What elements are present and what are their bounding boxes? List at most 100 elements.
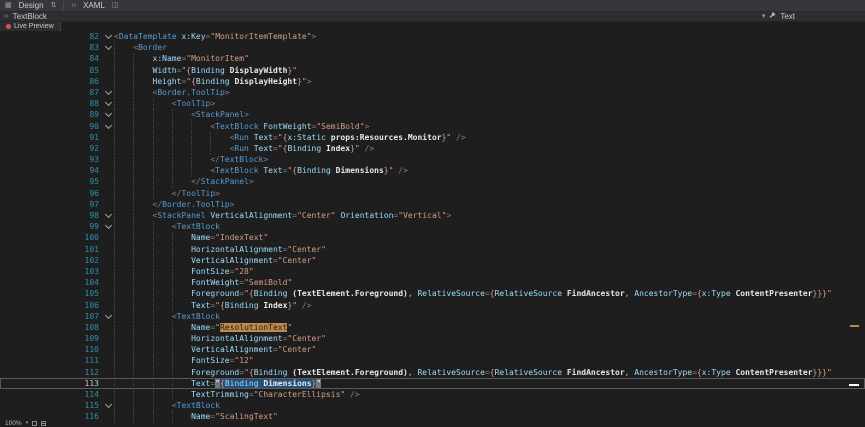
line-number[interactable]: 111 — [0, 355, 102, 366]
code-line-content[interactable]: Width="{Binding DisplayWidth}" — [114, 65, 865, 76]
line-number[interactable]: 109 — [0, 333, 102, 344]
code-line-content[interactable]: <Border — [114, 42, 865, 53]
line-number[interactable]: 99 — [0, 221, 102, 232]
code-line-content[interactable]: </Border.ToolTip> — [114, 199, 865, 210]
code-line-content[interactable]: x:Name="MonitorItem" — [114, 53, 865, 64]
fold-margin[interactable] — [102, 400, 114, 411]
code-line-content[interactable]: <TextBlock FontWeight="SemiBold"> — [114, 121, 865, 132]
line-number[interactable]: 108 — [0, 322, 102, 333]
live-preview-tab[interactable]: Live Preview — [0, 22, 61, 31]
line-number[interactable]: 91 — [0, 132, 102, 143]
line-number[interactable]: 103 — [0, 266, 102, 277]
code-line-content[interactable]: <Run Text="{x:Static props:Resources.Mon… — [114, 132, 865, 143]
chevron-down-icon[interactable] — [104, 312, 111, 319]
code-line-content[interactable]: <TextBlock — [114, 400, 865, 411]
line-number[interactable]: 114 — [0, 389, 102, 400]
code-line[interactable]: 94 <TextBlock Text="{Binding Dimensions}"… — [0, 165, 865, 176]
code-line-content[interactable]: Text="{Binding Index}" /> — [114, 300, 865, 311]
code-line-content[interactable]: HorizontalAlignment="Center" — [114, 333, 865, 344]
code-line-content[interactable]: <StackPanel VerticalAlignment="Center" O… — [114, 210, 865, 221]
code-line[interactable]: 99 <TextBlock — [0, 221, 865, 232]
code-line-content[interactable]: FontWeight="SemiBold" — [114, 277, 865, 288]
code-line[interactable]: 100Name="IndexText" — [0, 232, 865, 243]
code-line-content[interactable]: </TextBlock> — [114, 154, 865, 165]
line-number[interactable]: 84 — [0, 53, 102, 64]
code-line[interactable]: 86Height="{Binding DisplayHeight}"> — [0, 76, 865, 87]
editor-control-icon[interactable] — [32, 421, 37, 426]
code-line[interactable]: 90<TextBlock FontWeight="SemiBold"> — [0, 121, 865, 132]
code-line-content[interactable]: <Run Text="{Binding Index}" /> — [114, 143, 865, 154]
line-number[interactable]: 98 — [0, 210, 102, 221]
code-line[interactable]: 87<Border.ToolTip> — [0, 87, 865, 98]
line-number[interactable]: 94 — [0, 165, 102, 176]
line-number[interactable]: 85 — [0, 65, 102, 76]
chevron-down-icon[interactable] — [104, 222, 111, 229]
fold-margin[interactable] — [102, 87, 114, 98]
code-editor[interactable]: 82<DataTemplate x:Key="MonitorItemTempla… — [0, 31, 865, 423]
line-number[interactable]: 113 — [0, 378, 102, 389]
line-number[interactable]: 101 — [0, 244, 102, 255]
chevron-down-icon[interactable]: ▾ — [762, 13, 766, 20]
code-line-content[interactable]: <TextBlock Text="{Binding Dimensions}" /… — [114, 165, 865, 176]
code-line-content[interactable]: <Border.ToolTip> — [114, 87, 865, 98]
code-line[interactable]: 84 x:Name="MonitorItem" — [0, 53, 865, 64]
line-number[interactable]: 93 — [0, 154, 102, 165]
line-number[interactable]: 112 — [0, 367, 102, 378]
code-line[interactable]: 113 Text="{Binding Dimensions}" — [0, 378, 865, 389]
code-line-content[interactable]: </StackPanel> — [114, 176, 865, 187]
code-line[interactable]: 93 </TextBlock> — [0, 154, 865, 165]
code-line-content[interactable]: <TextBlock — [114, 311, 865, 322]
line-number[interactable]: 89 — [0, 109, 102, 120]
line-number[interactable]: 107 — [0, 311, 102, 322]
code-line[interactable]: 92 <Run Text="{Binding Index}" /> — [0, 143, 865, 154]
code-line[interactable]: 95</StackPanel> — [0, 176, 865, 187]
code-line-content[interactable]: <DataTemplate x:Key="MonitorItemTemplate… — [114, 31, 865, 42]
design-tab[interactable]: Design — [19, 1, 44, 10]
code-line-content[interactable]: VerticalAlignment="Center" — [114, 344, 865, 355]
line-number[interactable]: 105 — [0, 288, 102, 299]
split-view-icon[interactable]: ◫ — [112, 2, 119, 9]
code-line-content[interactable]: VerticalAlignment="Center" — [114, 255, 865, 266]
code-line[interactable]: 116Name="ScalingText" — [0, 411, 865, 422]
code-line-content[interactable]: Foreground="{Binding (TextElement.Foregr… — [114, 288, 865, 299]
code-line-content[interactable]: <StackPanel> — [114, 109, 865, 120]
line-number[interactable]: 92 — [0, 143, 102, 154]
chevron-down-icon[interactable] — [104, 99, 111, 106]
fold-margin[interactable] — [102, 221, 114, 232]
code-line[interactable]: 105 Foreground="{Binding (TextElement.For… — [0, 288, 865, 299]
code-line-content[interactable]: <TextBlock — [114, 221, 865, 232]
code-line-content[interactable]: Foreground="{Binding (TextElement.Foregr… — [114, 367, 865, 378]
code-line-content[interactable]: FontSize="12" — [114, 355, 865, 366]
code-line[interactable]: 112 Foreground="{Binding (TextElement.For… — [0, 367, 865, 378]
line-number[interactable]: 110 — [0, 344, 102, 355]
code-line[interactable]: 108Name="ResolutionText" — [0, 322, 865, 333]
code-line[interactable]: 83<Border — [0, 42, 865, 53]
line-number[interactable]: 102 — [0, 255, 102, 266]
code-line[interactable]: 103FontSize="28" — [0, 266, 865, 277]
breadcrumb-element[interactable]: TextBlock — [13, 12, 47, 21]
chevron-down-icon[interactable] — [104, 88, 111, 95]
code-line-content[interactable]: </ToolTip> — [114, 188, 865, 199]
code-line[interactable]: 85 Width="{Binding DisplayWidth}" — [0, 65, 865, 76]
fold-margin[interactable] — [102, 98, 114, 109]
chevron-down-icon[interactable] — [104, 401, 111, 408]
code-line[interactable]: 110 VerticalAlignment="Center" — [0, 344, 865, 355]
code-line-content[interactable]: Name="IndexText" — [114, 232, 865, 243]
chevron-down-icon[interactable] — [104, 110, 111, 117]
code-line-content[interactable]: Text="{Binding Dimensions}" — [114, 378, 865, 389]
line-number[interactable]: 97 — [0, 199, 102, 210]
code-line-content[interactable]: Name="ScalingText" — [114, 411, 865, 422]
swap-panes-icon[interactable]: ⇅ — [51, 2, 57, 9]
chevron-down-icon[interactable]: ▾ — [26, 420, 29, 426]
code-line[interactable]: 82<DataTemplate x:Key="MonitorItemTempla… — [0, 31, 865, 42]
code-line[interactable]: 96</ToolTip> — [0, 188, 865, 199]
zoom-control[interactable]: 100% ▾ — [0, 419, 51, 427]
code-line-content[interactable]: Height="{Binding DisplayHeight}"> — [114, 76, 865, 87]
editor-control-icon[interactable] — [41, 421, 46, 426]
code-line[interactable]: 104FontWeight="SemiBold" — [0, 277, 865, 288]
fold-margin[interactable] — [102, 311, 114, 322]
code-line-content[interactable]: <ToolTip> — [114, 98, 865, 109]
line-number[interactable]: 106 — [0, 300, 102, 311]
code-line-content[interactable]: TextTrimming="CharacterEllipsis" /> — [114, 389, 865, 400]
xaml-tab[interactable]: XAML — [83, 1, 105, 10]
